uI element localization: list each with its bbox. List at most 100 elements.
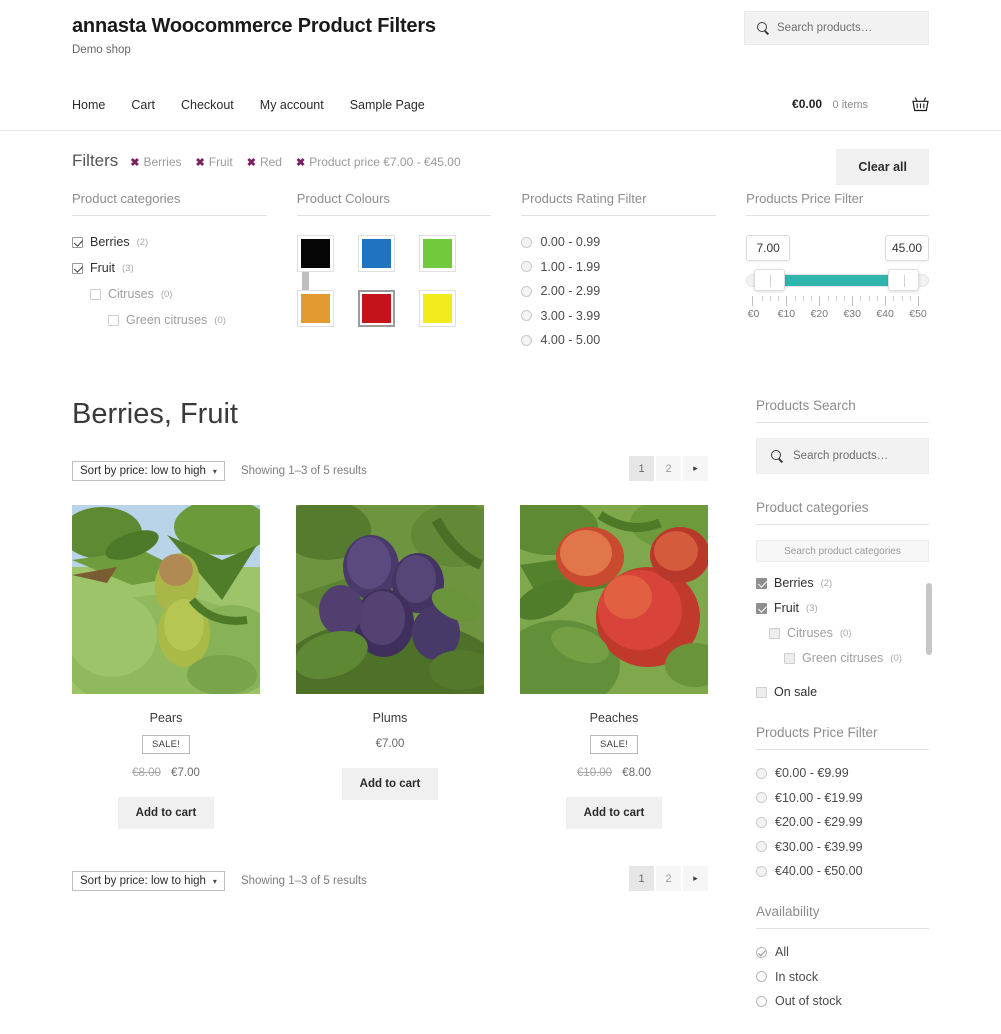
colour-swatch-yellow[interactable] (418, 290, 456, 327)
sidebar-price-option-0[interactable]: €0.00 - €9.99 (756, 766, 929, 780)
radio-icon-selected[interactable] (756, 946, 767, 958)
sidebar-price-option-2[interactable]: €20.00 - €29.99 (756, 815, 929, 829)
sidebar-price-option-4[interactable]: €40.00 - €50.00 (756, 864, 929, 878)
radio-icon[interactable] (521, 261, 533, 272)
filter-chip-product-price[interactable]: ✖ Product price €7.00 - €45.00 (296, 155, 461, 169)
checkbox-icon[interactable] (72, 262, 83, 274)
product-card-peaches[interactable]: Peaches SALE! €10.00 €8.00 Add to cart (520, 505, 708, 829)
nav-item-my-account[interactable]: My account (260, 98, 324, 112)
checkbox-icon[interactable] (756, 602, 767, 614)
filter-chip-fruit[interactable]: ✖ Fruit (196, 155, 233, 169)
add-to-cart-button-plums[interactable]: Add to cart (341, 768, 439, 800)
remove-chip-icon[interactable]: ✖ (247, 157, 256, 169)
nav-item-checkout[interactable]: Checkout (181, 98, 234, 112)
shopping-basket-icon[interactable] (912, 96, 929, 112)
radio-icon[interactable] (521, 236, 533, 248)
sidebar-category-list: Berries (2) Fruit (3) Citruses (0) Green… (756, 576, 929, 699)
category-count: (0) (839, 627, 852, 639)
page-next-icon[interactable]: ▸ (683, 866, 708, 891)
colour-swatch-green[interactable] (418, 235, 456, 272)
radio-icon[interactable] (521, 285, 533, 297)
checkbox-icon[interactable] (108, 314, 119, 326)
product-image-pears[interactable] (72, 505, 260, 694)
sidebar-category-green-citruses[interactable]: Green citruses (0) (756, 651, 929, 665)
checkbox-icon[interactable] (769, 627, 780, 639)
radio-icon[interactable] (521, 310, 533, 321)
radio-icon[interactable] (756, 865, 767, 877)
colour-swatch-blue[interactable] (357, 235, 395, 272)
rating-option-2[interactable]: 2.00 - 2.99 (521, 284, 716, 298)
checkbox-icon[interactable] (784, 652, 795, 664)
filter-chip-berries[interactable]: ✖ Berries (130, 155, 181, 169)
chip-label: Fruit (208, 155, 233, 169)
radio-icon[interactable] (756, 995, 767, 1007)
product-image-plums[interactable] (296, 505, 484, 694)
product-image-peaches[interactable] (520, 505, 708, 694)
checkbox-icon[interactable] (756, 686, 767, 698)
checkbox-icon[interactable] (72, 236, 83, 248)
rating-option-4[interactable]: 4.00 - 5.00 (521, 333, 716, 347)
active-filter-chips: ✖ Berries ✖ Fruit ✖ Red ✖ Product price €7.0… (130, 155, 460, 169)
slider-handle-max[interactable] (888, 269, 919, 291)
sidebar-price-option-3[interactable]: €30.00 - €39.99 (756, 840, 929, 854)
price-range-slider[interactable] (746, 269, 929, 291)
colour-swatch-red[interactable] (357, 290, 395, 327)
nav-item-home[interactable]: Home (72, 98, 105, 112)
radio-icon[interactable] (756, 767, 767, 779)
filter-panel-rating: Products Rating Filter 0.00 - 0.99 1.00 … (521, 191, 717, 358)
price-min-input[interactable]: 7.00 (746, 235, 791, 261)
filter-category-citruses[interactable]: Citruses (0) (72, 287, 267, 301)
sidebar-filter-on-sale[interactable]: On sale (756, 685, 929, 699)
filter-category-fruit[interactable]: Fruit (3) (72, 261, 267, 275)
remove-chip-icon[interactable]: ✖ (130, 157, 139, 169)
sidebar-category-berries[interactable]: Berries (2) (756, 576, 929, 590)
checkbox-icon[interactable] (90, 288, 101, 300)
price-max-input[interactable]: 45.00 (885, 235, 929, 261)
rating-option-3[interactable]: 3.00 - 3.99 (521, 309, 716, 323)
sidebar-categories-scrollbar[interactable] (926, 583, 932, 655)
filter-category-berries[interactable]: Berries (2) (72, 235, 267, 249)
colour-swatch-orange[interactable] (296, 290, 334, 327)
filter-chip-red[interactable]: ✖ Red (247, 155, 282, 169)
cart-summary[interactable]: €0.00 0 items (792, 95, 929, 113)
category-search-input[interactable]: Search product categories (756, 540, 929, 562)
slider-handle-min[interactable] (754, 269, 786, 291)
add-to-cart-button-pears[interactable]: Add to cart (117, 797, 215, 829)
page-button-1[interactable]: 1 (629, 456, 654, 481)
page-next-icon[interactable]: ▸ (683, 456, 708, 481)
sort-dropdown[interactable]: Sort by price: low to high ▾ (72, 461, 225, 481)
product-card-plums[interactable]: Plums €7.00 Add to cart (296, 505, 484, 829)
sidebar-price-option-1[interactable]: €10.00 - €19.99 (756, 791, 929, 805)
tick-label-10: €10 (777, 308, 796, 320)
availability-option-out-of-stock[interactable]: Out of stock (756, 994, 929, 1008)
sidebar-category-citruses[interactable]: Citruses (0) (756, 626, 929, 640)
page-button-2[interactable]: 2 (656, 456, 681, 481)
rating-option-1[interactable]: 1.00 - 1.99 (521, 260, 716, 274)
rating-option-0[interactable]: 0.00 - 0.99 (521, 235, 716, 249)
radio-icon[interactable] (756, 816, 767, 828)
page-button-1[interactable]: 1 (629, 866, 654, 891)
remove-chip-icon[interactable]: ✖ (196, 157, 205, 169)
sidebar-search-input[interactable]: Search products… (756, 438, 929, 474)
radio-icon[interactable] (756, 841, 767, 852)
availability-label: In stock (775, 969, 819, 984)
availability-option-all[interactable]: All (756, 945, 929, 959)
panel-title: Product categories (72, 191, 267, 216)
nav-item-cart[interactable]: Cart (131, 98, 155, 112)
radio-icon[interactable] (756, 792, 767, 803)
checkbox-icon[interactable] (756, 577, 767, 589)
nav-item-sample-page[interactable]: Sample Page (350, 98, 425, 112)
product-card-pears[interactable]: Pears SALE! €8.00 €7.00 Add to cart (72, 505, 260, 829)
sort-dropdown-bottom[interactable]: Sort by price: low to high ▾ (72, 871, 225, 891)
header-search-input[interactable]: Search products… (744, 11, 929, 45)
radio-icon[interactable] (521, 334, 533, 346)
sidebar-category-fruit[interactable]: Fruit (3) (756, 601, 929, 615)
remove-chip-icon[interactable]: ✖ (296, 157, 305, 169)
add-to-cart-button-peaches[interactable]: Add to cart (565, 797, 663, 829)
filter-category-green-citruses[interactable]: Green citruses (0) (72, 313, 267, 327)
availability-option-in-stock[interactable]: In stock (756, 970, 929, 984)
colour-swatch-black[interactable] (296, 235, 334, 272)
clear-all-button[interactable]: Clear all (836, 149, 929, 185)
page-button-2[interactable]: 2 (656, 866, 681, 891)
radio-icon[interactable] (756, 971, 767, 982)
